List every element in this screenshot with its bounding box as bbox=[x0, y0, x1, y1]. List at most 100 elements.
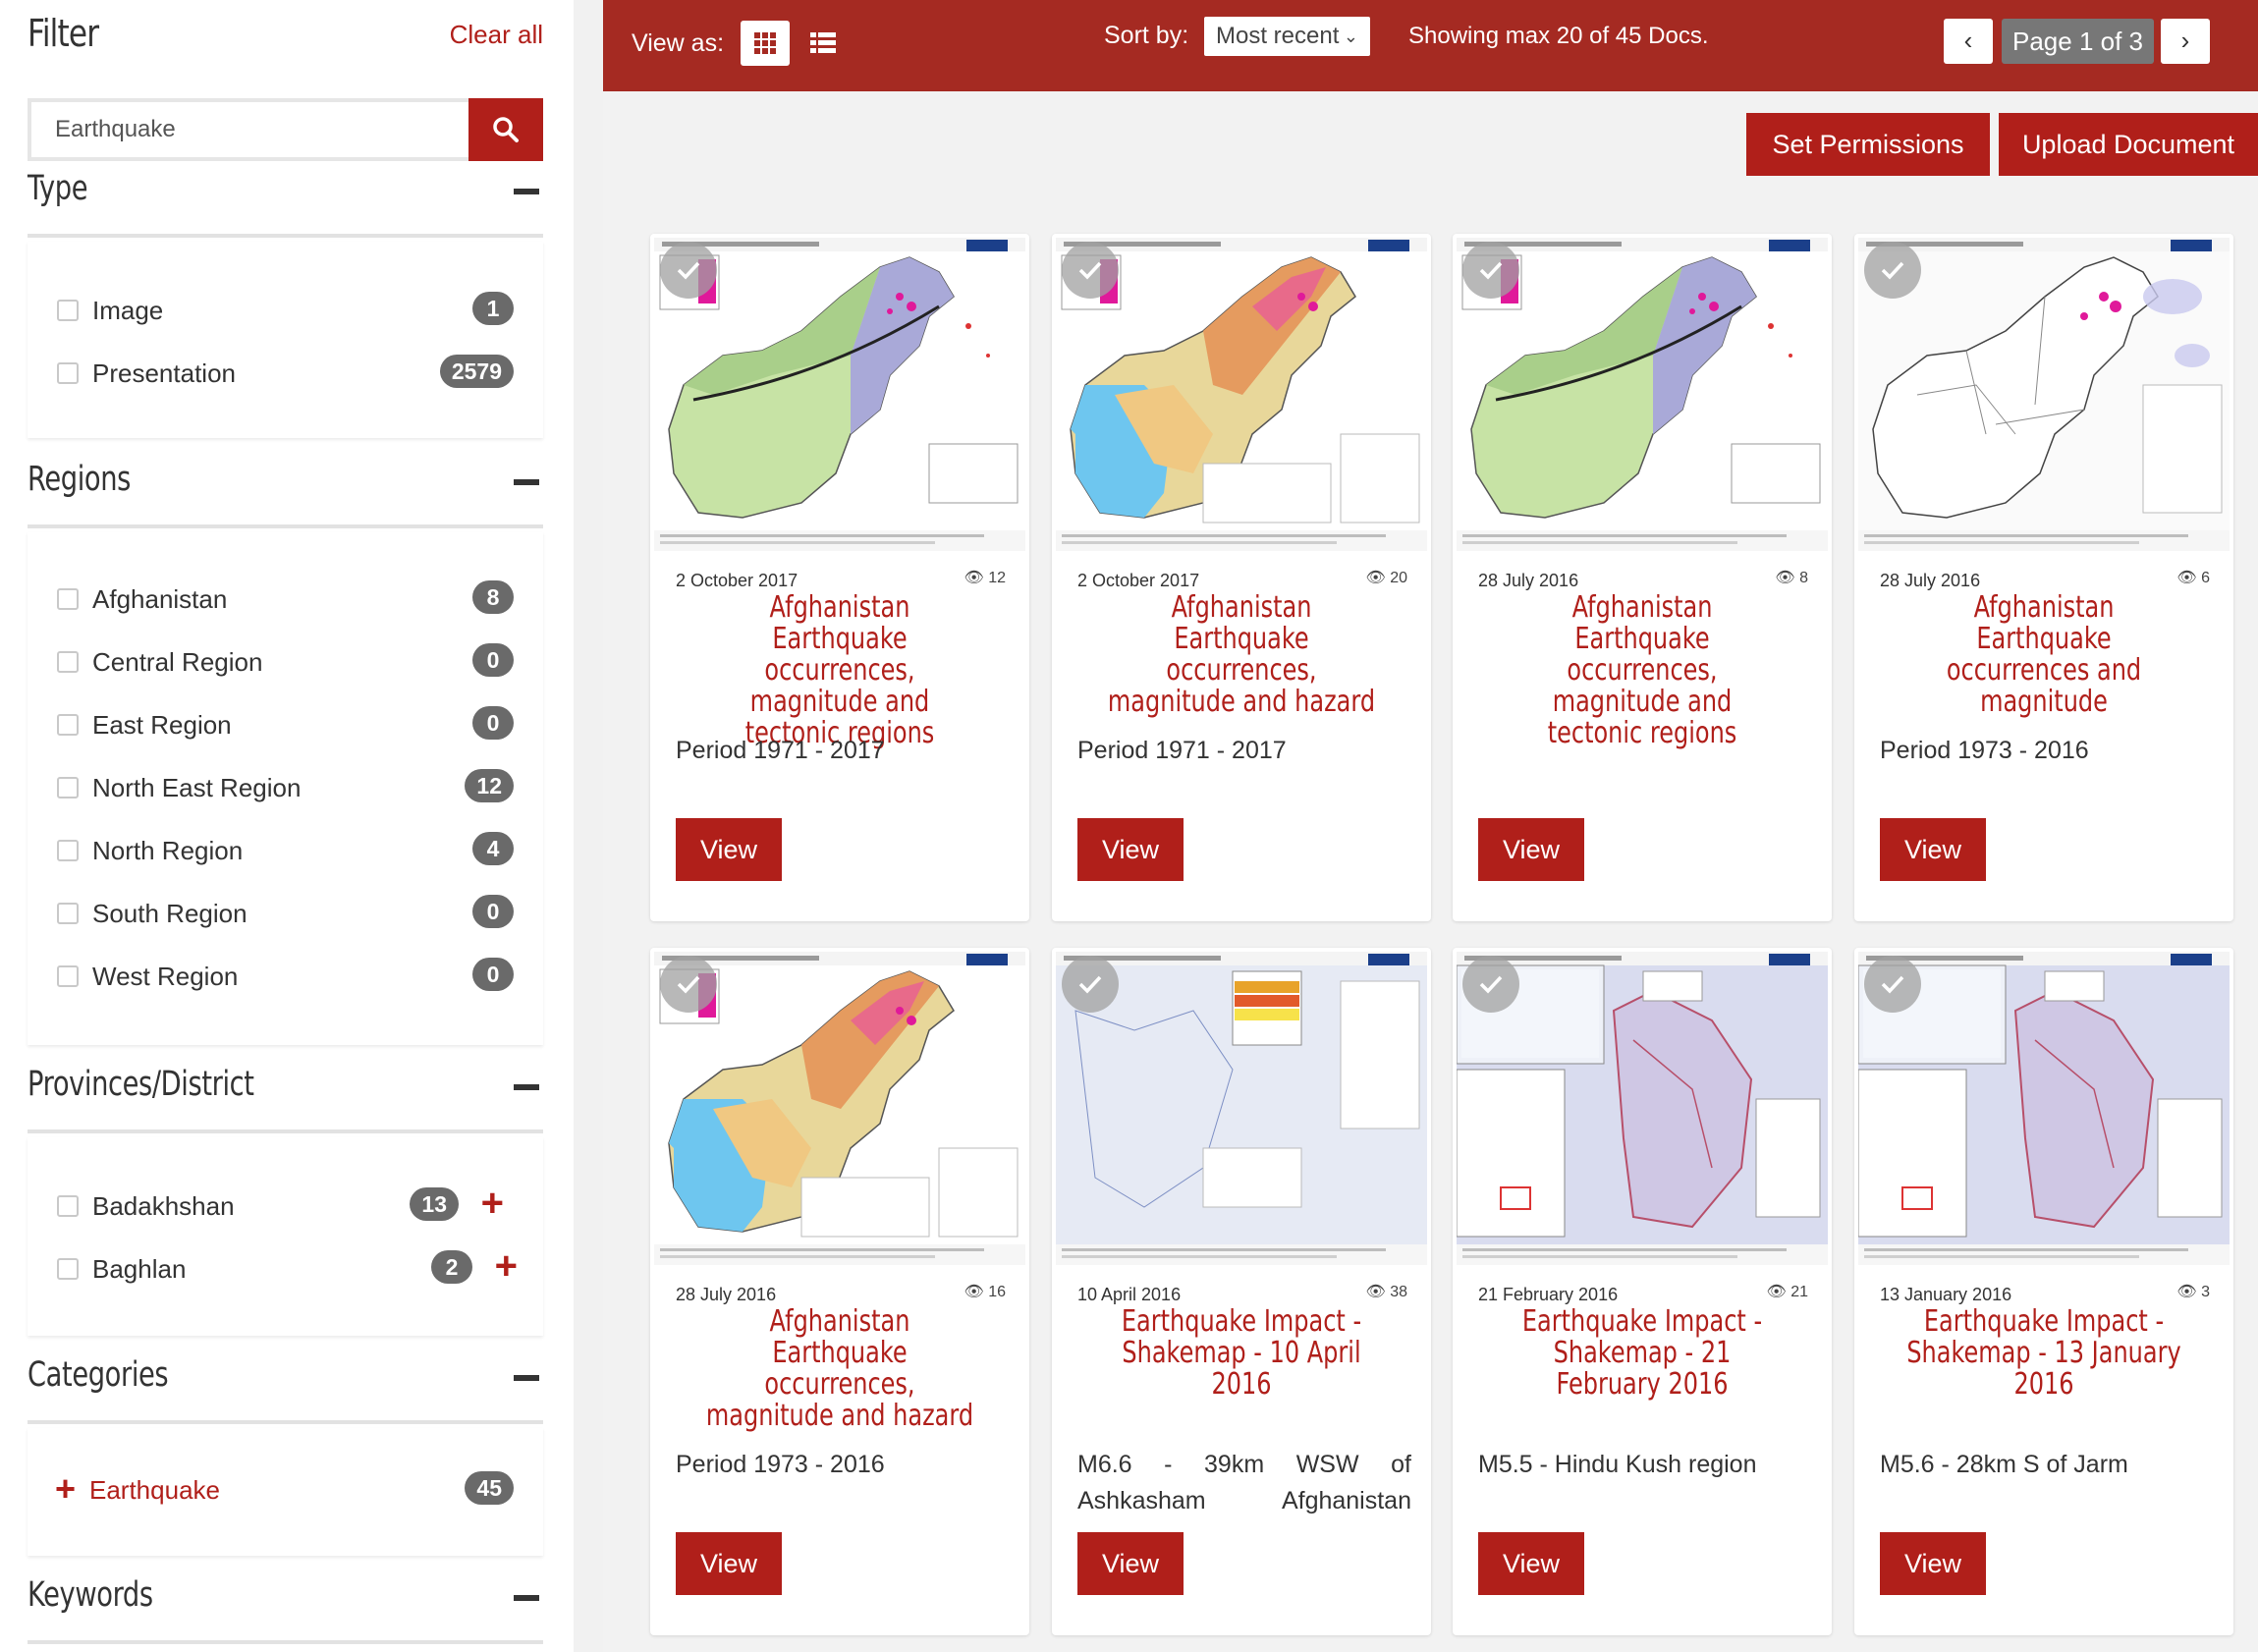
select-check-icon[interactable] bbox=[1864, 242, 1921, 299]
document-card: 10 April 2016 👁 38 Earthquake Impact - Sha… bbox=[1052, 948, 1431, 1635]
document-description: M5.6 - 28km S of Jarm bbox=[1880, 1451, 2128, 1478]
document-description: Period 1971 - 2017 bbox=[1077, 737, 1287, 764]
document-description: Period 1973 - 2016 bbox=[1880, 737, 2089, 764]
filter-item-baghlan[interactable]: Baghlan 2 + bbox=[28, 1246, 543, 1294]
keywords-collapse-icon[interactable] bbox=[514, 1595, 539, 1601]
document-title[interactable]: Afghanistan Earthquake occurrences, magn… bbox=[1101, 592, 1382, 718]
filter-item-badakhshan[interactable]: Badakhshan 13 + bbox=[28, 1184, 543, 1231]
search-input[interactable] bbox=[31, 102, 473, 157]
filter-item-presentation[interactable]: Presentation 2579 bbox=[28, 355, 543, 398]
category-item-earthquake[interactable]: + Earthquake 45 bbox=[28, 1471, 543, 1514]
document-title[interactable]: Earthquake Impact - Shakemap - 13 Januar… bbox=[1903, 1306, 2184, 1401]
checkbox[interactable] bbox=[57, 651, 79, 673]
list-view-button[interactable] bbox=[799, 21, 848, 66]
checkbox[interactable] bbox=[57, 1258, 79, 1280]
checkbox[interactable] bbox=[57, 965, 79, 987]
checkbox[interactable] bbox=[57, 714, 79, 736]
filter-item-north-region[interactable]: North Region 4 bbox=[28, 832, 543, 875]
eye-icon: 👁 bbox=[2176, 570, 2197, 586]
view-button[interactable]: View bbox=[1478, 1532, 1584, 1595]
view-button[interactable]: View bbox=[1077, 818, 1184, 881]
document-card: 2 October 2017 👁 12 Afghanistan Earthquake… bbox=[650, 234, 1029, 921]
sort-by-label: Sort by: bbox=[1104, 22, 1189, 49]
view-count-value: 20 bbox=[1390, 570, 1407, 586]
filter-item-north-east-region[interactable]: North East Region 12 bbox=[28, 769, 543, 812]
category-label[interactable]: Earthquake bbox=[89, 1475, 220, 1506]
select-check-icon[interactable] bbox=[1062, 242, 1119, 299]
provinces-list: Badakhshan 13 + Baghlan 2 + bbox=[28, 1137, 543, 1336]
view-button[interactable]: View bbox=[676, 818, 782, 881]
set-permissions-button[interactable]: Set Permissions bbox=[1746, 113, 1990, 176]
filter-item-afghanistan[interactable]: Afghanistan 8 bbox=[28, 580, 543, 624]
type-collapse-icon[interactable] bbox=[514, 189, 539, 194]
filter-item-label: Badakhshan bbox=[92, 1191, 235, 1221]
view-count: 👁 6 bbox=[2176, 568, 2210, 587]
chevron-down-icon: ⌄ bbox=[1343, 27, 1358, 46]
provinces-collapse-icon[interactable] bbox=[514, 1084, 539, 1090]
regions-list: Afghanistan 8 Central Region 0 East Regi… bbox=[28, 532, 543, 1045]
checkbox[interactable] bbox=[57, 300, 79, 321]
view-button[interactable]: View bbox=[676, 1532, 782, 1595]
checkbox[interactable] bbox=[57, 903, 79, 924]
filter-item-west-region[interactable]: West Region 0 bbox=[28, 958, 543, 1001]
view-button[interactable]: View bbox=[1478, 818, 1584, 881]
select-check-icon[interactable] bbox=[660, 242, 717, 299]
categories-collapse-icon[interactable] bbox=[514, 1375, 539, 1381]
document-title[interactable]: Earthquake Impact - Shakemap - 10 April … bbox=[1101, 1306, 1382, 1401]
view-count: 👁 3 bbox=[2176, 1282, 2210, 1301]
filter-item-south-region[interactable]: South Region 0 bbox=[28, 895, 543, 938]
search-icon bbox=[493, 117, 519, 142]
results-toolbar: View as: Sort by: Most recent ⌄ Showing … bbox=[603, 0, 2258, 91]
filter-item-east-region[interactable]: East Region 0 bbox=[28, 706, 543, 749]
count-badge: 8 bbox=[472, 580, 514, 614]
eye-icon: 👁 bbox=[1766, 1284, 1787, 1300]
filter-item-label: Central Region bbox=[92, 647, 263, 677]
view-button[interactable]: View bbox=[1880, 818, 1986, 881]
select-check-icon[interactable] bbox=[660, 956, 717, 1013]
categories-title: Categories bbox=[28, 1355, 169, 1395]
document-title[interactable]: Afghanistan Earthquake occurrences, magn… bbox=[1502, 592, 1783, 749]
regions-collapse-icon[interactable] bbox=[514, 479, 539, 485]
view-button[interactable]: View bbox=[1077, 1532, 1184, 1595]
filter-item-image[interactable]: Image 1 bbox=[28, 292, 543, 335]
document-description: M6.6 - 39km WSW of Ashkasham Afghanistan bbox=[1077, 1451, 1411, 1514]
count-badge: 12 bbox=[465, 769, 514, 802]
results-count: Showing max 20 of 45 Docs. bbox=[1408, 23, 1709, 49]
select-check-icon[interactable] bbox=[1062, 956, 1119, 1013]
view-count: 👁 12 bbox=[964, 568, 1006, 587]
expand-plus-icon[interactable]: + bbox=[495, 1246, 518, 1286]
provinces-title: Provinces/District bbox=[28, 1065, 254, 1104]
checkbox[interactable] bbox=[57, 1195, 79, 1217]
upload-document-button[interactable]: Upload Document bbox=[1999, 113, 2258, 176]
document-title[interactable]: Earthquake Impact - Shakemap - 21 Februa… bbox=[1502, 1306, 1783, 1401]
select-check-icon[interactable] bbox=[1864, 956, 1921, 1013]
select-check-icon[interactable] bbox=[1462, 956, 1519, 1013]
grid-view-button[interactable] bbox=[741, 21, 790, 66]
document-title[interactable]: Afghanistan Earthquake occurrences, magn… bbox=[699, 1306, 980, 1432]
checkbox[interactable] bbox=[57, 588, 79, 610]
document-description: Period 1973 - 2016 bbox=[676, 1451, 885, 1478]
prev-page-button[interactable]: ‹ bbox=[1944, 19, 1993, 64]
checkbox[interactable] bbox=[57, 362, 79, 384]
expand-plus-icon[interactable]: + bbox=[481, 1184, 504, 1223]
expand-plus-icon[interactable]: + bbox=[55, 1471, 76, 1507]
eye-icon: 👁 bbox=[964, 1284, 984, 1300]
clear-all-link[interactable]: Clear all bbox=[450, 20, 543, 50]
count-badge: 0 bbox=[472, 643, 514, 677]
document-description: M5.5 - Hindu Kush region bbox=[1478, 1451, 1757, 1478]
checkbox[interactable] bbox=[57, 777, 79, 798]
view-button[interactable]: View bbox=[1880, 1532, 1986, 1595]
filter-item-label: North East Region bbox=[92, 773, 302, 802]
next-page-button[interactable]: › bbox=[2161, 19, 2210, 64]
document-title[interactable]: Afghanistan Earthquake occurrences and m… bbox=[1903, 592, 2184, 718]
checkbox[interactable] bbox=[57, 840, 79, 861]
select-check-icon[interactable] bbox=[1462, 242, 1519, 299]
filter-item-central-region[interactable]: Central Region 0 bbox=[28, 643, 543, 687]
document-date: 28 July 2016 bbox=[1478, 571, 1579, 590]
filter-title: Filter bbox=[28, 12, 99, 55]
document-title[interactable]: Afghanistan Earthquake occurrences, magn… bbox=[699, 592, 980, 749]
sort-select[interactable]: Most recent ⌄ bbox=[1204, 17, 1370, 56]
filter-item-label: North Region bbox=[92, 836, 244, 865]
search-button[interactable] bbox=[468, 98, 543, 161]
document-card: 28 July 2016 👁 16 Afghanistan Earthquake o… bbox=[650, 948, 1029, 1635]
